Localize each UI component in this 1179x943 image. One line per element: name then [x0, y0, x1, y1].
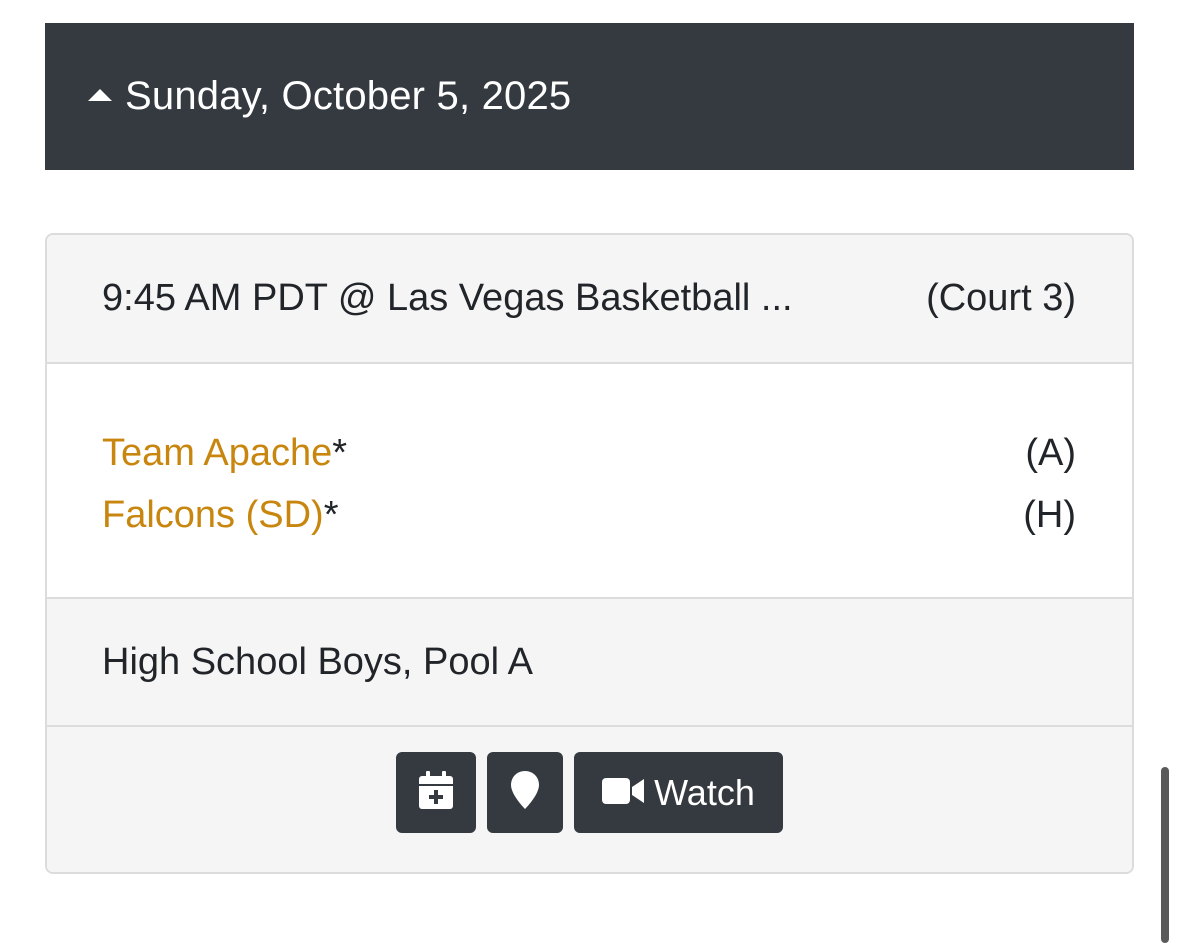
- game-time-location: 9:45 AM PDT @ Las Vegas Basketball ...: [102, 277, 793, 319]
- map-location-button[interactable]: [487, 752, 563, 833]
- team-row: Team Apache* (A): [102, 422, 1076, 484]
- game-actions: Watch: [47, 727, 1132, 872]
- video-camera-icon: [602, 772, 645, 814]
- team-link-apache[interactable]: Team Apache: [102, 432, 332, 474]
- team-side: (H): [1023, 493, 1076, 536]
- watch-label: Watch: [654, 771, 755, 813]
- division-section: High School Boys, Pool A: [47, 599, 1132, 727]
- team-entry: Falcons (SD)*: [102, 494, 339, 537]
- team-entry: Team Apache*: [102, 432, 347, 475]
- game-card-header: 9:45 AM PDT @ Las Vegas Basketball ... (…: [47, 235, 1132, 364]
- date-label: Sunday, October 5, 2025: [125, 74, 572, 118]
- division-label: High School Boys, Pool A: [102, 640, 533, 683]
- game-card: 9:45 AM PDT @ Las Vegas Basketball ... (…: [45, 233, 1134, 874]
- team-marker: *: [323, 493, 339, 536]
- team-link-falcons[interactable]: Falcons (SD): [102, 494, 324, 536]
- page-scrollbar[interactable]: [1161, 767, 1169, 943]
- team-marker: *: [332, 431, 348, 474]
- teams-section: Team Apache* (A) Falcons (SD)* (H): [47, 364, 1132, 599]
- date-group-header[interactable]: Sunday, October 5, 2025: [45, 23, 1134, 170]
- map-marker-icon: [511, 771, 539, 814]
- team-side: (A): [1025, 431, 1076, 474]
- game-court: (Court 3): [926, 277, 1076, 319]
- caret-up-icon: [88, 88, 112, 101]
- team-row: Falcons (SD)* (H): [102, 484, 1076, 546]
- calendar-plus-icon: [419, 771, 453, 814]
- watch-button[interactable]: Watch: [574, 752, 783, 833]
- add-to-calendar-button[interactable]: [396, 752, 476, 833]
